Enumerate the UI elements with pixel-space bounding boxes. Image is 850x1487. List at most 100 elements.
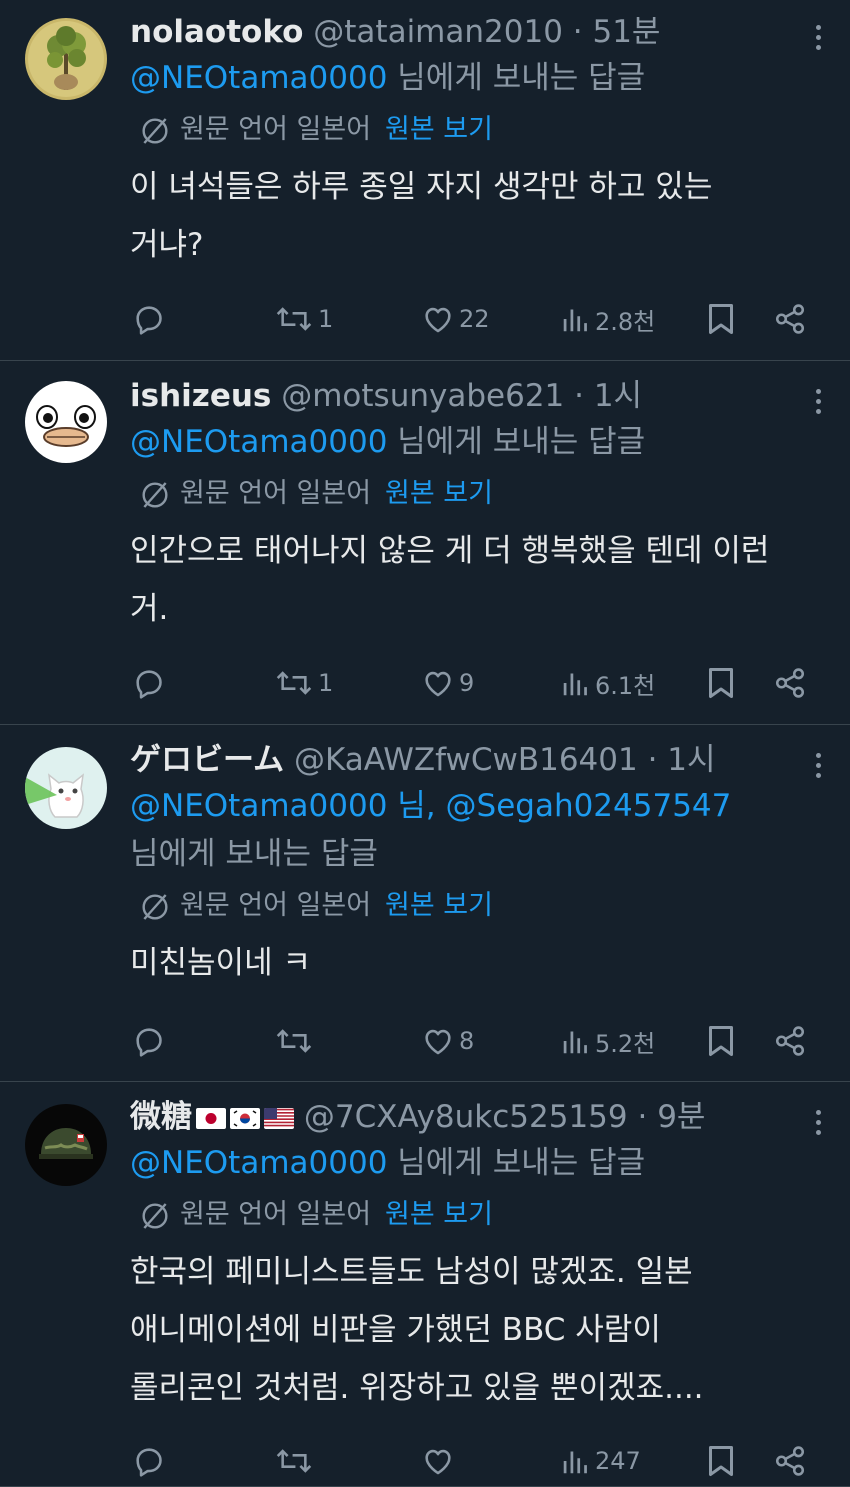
mention-link[interactable]: @NEOtama0000: [130, 424, 387, 460]
more-icon[interactable]: [808, 384, 828, 419]
tweet-text-line: 거냐?: [130, 227, 204, 263]
views-count: 6.1천: [595, 671, 656, 700]
tweet-reply[interactable]: nolaotoko @tataiman2010 · 51분 @NEOtama000…: [0, 0, 850, 361]
mention-link[interactable]: @Segah02457547: [446, 788, 732, 824]
avatar[interactable]: [25, 747, 107, 829]
tweet-content: nolaotoko @tataiman2010 · 51분 @NEOtama000…: [130, 10, 810, 274]
display-name[interactable]: 微糖: [130, 1099, 192, 1135]
reply-button[interactable]: [132, 1016, 166, 1066]
tweet-text-line: 거.: [130, 591, 169, 627]
avatar[interactable]: [25, 381, 107, 463]
retweet-icon: [274, 666, 314, 700]
mention-link[interactable]: @NEOtama0000: [130, 60, 387, 96]
bookmark-button[interactable]: [706, 1436, 736, 1486]
timestamp[interactable]: 51분: [592, 14, 660, 50]
reply-label: 님에게 보내는 답글: [130, 836, 378, 872]
display-name[interactable]: nolaotoko: [130, 14, 303, 50]
retweet-button[interactable]: 1: [274, 294, 333, 344]
tweet-text: 미친놈이네 ㅋ: [130, 934, 810, 992]
tweet-text: 이 녀석들은 하루 종일 자지 생각만 하고 있는거냐?: [130, 158, 810, 274]
like-button[interactable]: 22: [421, 294, 490, 344]
mention-link[interactable]: 님,: [387, 788, 445, 824]
tweet-text-line: 한국의 페미니스트들도 남성이 많겠죠. 일본: [130, 1254, 693, 1290]
display-name[interactable]: ゲロビーム: [130, 742, 284, 778]
action-bar: 1 9 6.1천: [0, 658, 850, 708]
heart-icon: [421, 666, 455, 700]
translate-label: 원문 언어 일본어: [180, 114, 372, 145]
tweet-header: ゲロビーム @KaAWZfwCwB16401 · 1시: [130, 738, 810, 782]
show-original-link[interactable]: 원본 보기: [385, 478, 493, 509]
heart-icon: [421, 302, 455, 336]
like-button[interactable]: 8: [421, 1016, 474, 1066]
reply-button[interactable]: [132, 1436, 166, 1486]
bookmark-button[interactable]: [706, 658, 736, 708]
tweet-reply[interactable]: 微糖 @7CXAy8ukc525159 · 9분 @NEOtama0000 님에게…: [0, 1082, 850, 1487]
bookmark-button[interactable]: [706, 1016, 736, 1066]
user-handle[interactable]: @KaAWZfwCwB16401: [294, 742, 638, 778]
bookmark-icon: [706, 1443, 736, 1479]
views-count: 5.2천: [595, 1029, 656, 1058]
reply-label: 님에게 보내는 답글: [387, 424, 646, 460]
avatar[interactable]: [25, 1104, 107, 1186]
share-button[interactable]: [773, 658, 807, 708]
translate-label: 원문 언어 일본어: [180, 890, 372, 921]
retweet-button[interactable]: [274, 1436, 314, 1486]
more-icon[interactable]: [808, 748, 828, 783]
views-button[interactable]: 6.1천: [561, 658, 655, 708]
like-count: 9: [459, 669, 475, 697]
separator: ·: [627, 1099, 658, 1135]
retweet-icon: [274, 1024, 314, 1058]
reply-button[interactable]: [132, 658, 166, 708]
reply-label: 님에게 보내는 답글: [387, 1145, 646, 1181]
translate-icon: [138, 1199, 180, 1230]
share-button[interactable]: [773, 1016, 807, 1066]
views-button[interactable]: 247: [561, 1436, 641, 1486]
like-button[interactable]: [421, 1436, 455, 1486]
tweet-header: nolaotoko @tataiman2010 · 51분: [130, 10, 810, 54]
retweet-count: 1: [318, 305, 334, 333]
user-handle[interactable]: @motsunyabe621: [281, 378, 564, 414]
user-handle[interactable]: @tataiman2010: [313, 14, 563, 50]
mention-link[interactable]: @NEOtama0000: [130, 1145, 387, 1181]
separator: ·: [637, 742, 668, 778]
share-button[interactable]: [773, 1436, 807, 1486]
tweet-header: 微糖 @7CXAy8ukc525159 · 9분: [130, 1095, 810, 1139]
like-button[interactable]: 9: [421, 658, 474, 708]
tweet-text-line: 이 녀석들은 하루 종일 자지 생각만 하고 있는: [130, 169, 713, 205]
more-icon[interactable]: [808, 1105, 828, 1140]
share-icon: [773, 1444, 807, 1478]
show-original-link[interactable]: 원본 보기: [385, 1199, 493, 1230]
show-original-link[interactable]: 원본 보기: [385, 890, 493, 921]
views-icon: [561, 666, 591, 700]
views-button[interactable]: 5.2천: [561, 1016, 655, 1066]
retweet-button[interactable]: 1: [274, 658, 333, 708]
views-button[interactable]: 2.8천: [561, 294, 655, 344]
tweet-content: ishizeus @motsunyabe621 · 1시 @NEOtama0000…: [130, 374, 810, 638]
separator: ·: [562, 14, 593, 50]
avatar[interactable]: [25, 18, 107, 100]
share-icon: [773, 1024, 807, 1058]
bookmark-button[interactable]: [706, 294, 736, 344]
share-button[interactable]: [773, 294, 807, 344]
show-original-link[interactable]: 원본 보기: [385, 114, 493, 145]
tweet-text-line: 롤리콘인 것처럼. 위장하고 있을 뿐이겠죠....: [130, 1370, 704, 1406]
user-handle[interactable]: @7CXAy8ukc525159: [304, 1099, 628, 1135]
timestamp[interactable]: 1시: [594, 378, 642, 414]
retweet-count: 1: [318, 669, 334, 697]
tweet-reply[interactable]: ゲロビーム @KaAWZfwCwB16401 · 1시 @NEOtama0000 …: [0, 725, 850, 1082]
share-icon: [773, 302, 807, 336]
retweet-icon: [274, 302, 314, 336]
retweet-button[interactable]: [274, 1016, 314, 1066]
action-bar: 1 22 2.8천: [0, 294, 850, 344]
separator: ·: [564, 378, 594, 414]
timestamp[interactable]: 9분: [657, 1099, 705, 1135]
tweet-reply[interactable]: ishizeus @motsunyabe621 · 1시 @NEOtama0000…: [0, 361, 850, 725]
more-icon[interactable]: [808, 20, 828, 55]
reply-button[interactable]: [132, 294, 166, 344]
like-count: 8: [459, 1027, 475, 1055]
display-name[interactable]: ishizeus: [130, 378, 271, 414]
mention-link[interactable]: @NEOtama0000: [130, 788, 387, 824]
bookmark-icon: [706, 665, 736, 701]
timestamp[interactable]: 1시: [667, 742, 715, 778]
translation-notice: 원문 언어 일본어 원본 보기: [130, 102, 810, 158]
